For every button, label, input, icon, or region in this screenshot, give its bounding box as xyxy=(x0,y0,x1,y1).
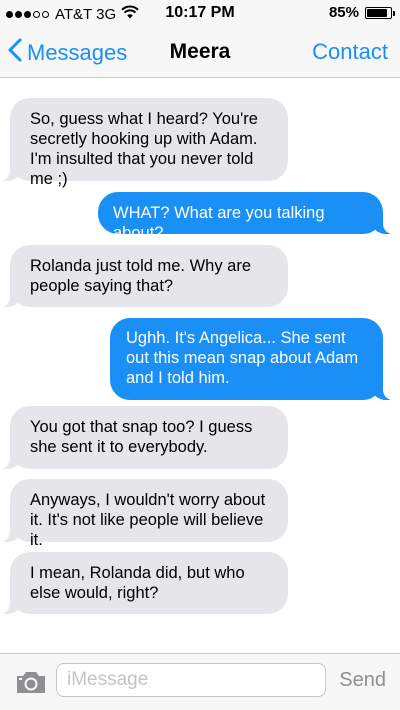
message-text: WHAT? What are you talking about? xyxy=(113,204,325,242)
back-to-messages-button[interactable]: Messages xyxy=(8,38,127,68)
battery-level xyxy=(367,8,387,17)
message-text: You got that snap too? I guess she sent … xyxy=(30,418,253,456)
contact-button[interactable]: Contact xyxy=(312,39,388,65)
imessage-field-container xyxy=(56,663,326,697)
status-bar: AT&T 3G 10:17 PM 85% xyxy=(0,0,400,26)
camera-icon[interactable] xyxy=(14,668,48,696)
incoming-message-bubble[interactable]: You got that snap too? I guess she sent … xyxy=(0,406,288,469)
incoming-message-bubble[interactable]: Rolanda just told me. Why are people say… xyxy=(0,245,288,307)
message-thread[interactable]: So, guess what I heard? You're secretly … xyxy=(0,78,400,653)
battery-percent: 85% xyxy=(328,4,359,21)
incoming-message-bubble[interactable]: I mean, Rolanda did, but who else would,… xyxy=(0,552,288,614)
incoming-message-bubble[interactable]: Anyways, I wouldn't worry about it. It's… xyxy=(0,479,288,549)
message-text: Anyways, I wouldn't worry about it. It's… xyxy=(30,491,266,549)
outgoing-message-bubble[interactable]: WHAT? What are you talking about? xyxy=(98,192,393,242)
imessage-input[interactable] xyxy=(57,664,325,696)
incoming-message-bubble[interactable]: So, guess what I heard? You're secretly … xyxy=(0,98,288,188)
back-label: Messages xyxy=(27,40,128,65)
chevron-left-icon xyxy=(8,38,22,68)
navigation-bar: Messages Meera Contact xyxy=(0,26,400,78)
message-text: I mean, Rolanda did, but who else would,… xyxy=(30,564,245,602)
message-text: Ughh. It's Angelica... She sent out this… xyxy=(126,329,359,387)
message-text: Rolanda just told me. Why are people say… xyxy=(30,257,252,295)
message-text: So, guess what I heard? You're secretly … xyxy=(30,110,258,188)
message-input-bar: Send xyxy=(0,653,400,710)
send-button[interactable]: Send xyxy=(339,669,386,692)
outgoing-message-bubble[interactable]: Ughh. It's Angelica... She sent out this… xyxy=(110,318,393,400)
battery-tip xyxy=(393,10,395,16)
status-bar-right: 85% xyxy=(328,4,395,21)
battery-icon xyxy=(365,6,395,19)
